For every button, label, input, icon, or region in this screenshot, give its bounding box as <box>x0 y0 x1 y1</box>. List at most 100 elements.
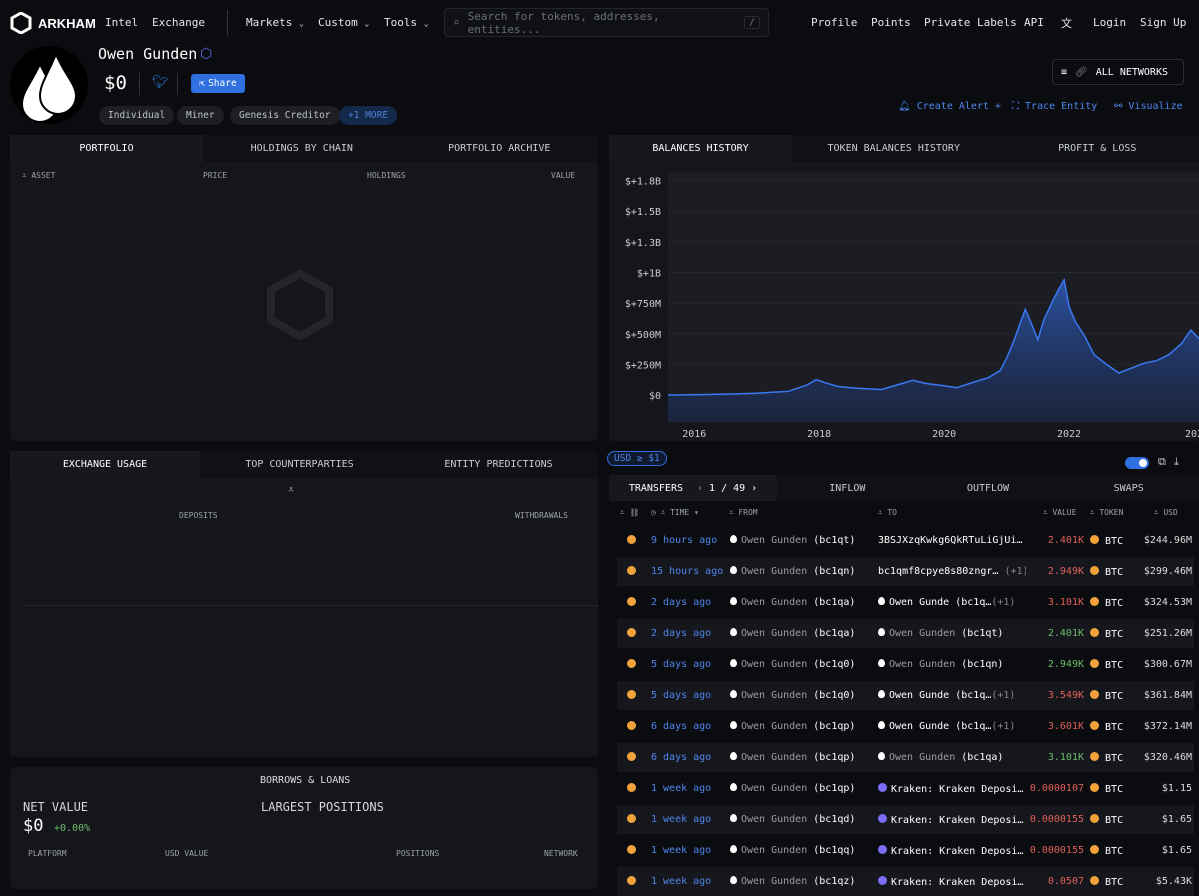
nav-signup[interactable]: Sign Up <box>1140 16 1186 29</box>
from-entity[interactable]: Owen Gunden (bc1qd) <box>730 814 878 825</box>
nav-tools[interactable]: Tools ⌄ <box>384 16 429 29</box>
col-usd[interactable]: ⩡ USD <box>1154 508 1178 518</box>
transfer-time[interactable]: 9 hours ago <box>651 535 730 546</box>
transfer-time[interactable]: 5 days ago <box>651 690 730 701</box>
token[interactable]: BTC <box>1084 690 1134 702</box>
transfer-time[interactable]: 1 week ago <box>651 783 730 794</box>
col-holdings[interactable]: HOLDINGS <box>367 171 406 180</box>
col-price[interactable]: PRICE <box>203 171 227 180</box>
from-entity[interactable]: Owen Gunden (bc1qa) <box>730 597 878 608</box>
tab-top-counterparties[interactable]: TOP COUNTERPARTIES <box>200 451 399 478</box>
transfer-time[interactable]: 1 week ago <box>651 876 730 887</box>
twitter-icon[interactable]: 🐦︎ <box>152 75 169 90</box>
transfer-time[interactable]: 2 days ago <box>651 597 730 608</box>
to-entity[interactable]: Owen Gunden (bc1qn) <box>878 659 1026 670</box>
tab-transfers[interactable]: TRANSFERS‹1/49› <box>609 475 777 501</box>
nav-private-labels[interactable]: Private Labels <box>924 16 1017 29</box>
from-entity[interactable]: Owen Gunden (bc1q0) <box>730 690 878 701</box>
usd-filter-badge[interactable]: USD ≥ $1 <box>607 451 667 466</box>
to-entity[interactable]: 3BSJXzqKwkg6QkRTuLiGjUi… <box>878 535 1026 546</box>
tab-exchange-usage[interactable]: EXCHANGE USAGE <box>10 451 200 478</box>
nav-login[interactable]: Login <box>1093 16 1126 29</box>
transfer-time[interactable]: 15 hours ago <box>651 566 730 577</box>
tab-inflow[interactable]: INFLOW <box>777 475 918 501</box>
transfer-row[interactable]: 6 days ago Owen Gunden (bc1qp) Owen Gund… <box>617 712 1194 741</box>
trace-entity-button[interactable]: ⛶ Trace Entity <box>1012 101 1097 112</box>
download-icon[interactable]: ⤓ <box>1174 455 1179 469</box>
tag-individual[interactable]: Individual <box>99 106 174 125</box>
transfer-row[interactable]: 9 hours ago Owen Gunden (bc1qt) 3BSJXzqK… <box>617 526 1194 555</box>
to-entity[interactable]: Owen Gunden (bc1qa) <box>878 752 1026 763</box>
from-entity[interactable]: Owen Gunden (bc1qz) <box>730 876 878 887</box>
from-entity[interactable]: Owen Gunden (bc1qp) <box>730 721 878 732</box>
tab-token-balances-history[interactable]: TOKEN BALANCES HISTORY <box>792 135 996 162</box>
prev-page-icon[interactable]: ‹ <box>697 483 703 494</box>
col-asset[interactable]: ⩡ ASSET <box>22 171 55 181</box>
nav-exchange[interactable]: Exchange <box>152 16 205 29</box>
transfer-row[interactable]: 2 days ago Owen Gunden (bc1qa) Owen Gund… <box>617 588 1194 617</box>
to-entity[interactable]: Kraken: Kraken Deposi… <box>878 876 1026 888</box>
tag-genesis-creditor[interactable]: Genesis Creditor <box>230 106 340 125</box>
nav-points[interactable]: Points <box>871 16 911 29</box>
nav-custom[interactable]: Custom ⌄ <box>318 16 369 29</box>
nav-markets[interactable]: Markets ⌄ <box>246 16 304 29</box>
to-entity[interactable]: Owen Gunden (bc1qt) <box>878 628 1026 639</box>
filter-link-icon[interactable]: ⩡ ⛓ <box>620 508 640 518</box>
to-entity[interactable]: Owen Gunde (bc1q…(+1) <box>878 690 1026 701</box>
token[interactable]: BTC <box>1084 721 1134 733</box>
nav-profile[interactable]: Profile <box>811 16 857 29</box>
tab-swaps[interactable]: SWAPS <box>1058 475 1199 501</box>
network-filter-button[interactable]: ≡🔗︎ALL NETWORKS <box>1052 59 1184 85</box>
col-token[interactable]: ⩡ TOKEN <box>1090 508 1123 518</box>
tab-entity-predictions[interactable]: ENTITY PREDICTIONS <box>399 451 598 478</box>
transfer-row[interactable]: 1 week ago Owen Gunden (bc1qq) Kraken: K… <box>617 836 1194 865</box>
translate-icon[interactable]: 文 <box>1061 15 1072 31</box>
tab-portfolio-archive[interactable]: PORTFOLIO ARCHIVE <box>401 135 599 162</box>
tab-holdings-by-chain[interactable]: HOLDINGS BY CHAIN <box>203 135 401 162</box>
share-button[interactable]: ⇱Share <box>191 74 245 93</box>
transfer-row[interactable]: 5 days ago Owen Gunden (bc1q0) Owen Gund… <box>617 650 1194 679</box>
transfer-row[interactable]: 2 days ago Owen Gunden (bc1qa) Owen Gund… <box>617 619 1194 648</box>
token[interactable]: BTC <box>1084 535 1134 547</box>
transfer-row[interactable]: 1 week ago Owen Gunden (bc1qd) Kraken: K… <box>617 805 1194 834</box>
tag-miner[interactable]: Miner <box>177 106 224 125</box>
create-alert-button[interactable]: 🔔︎ Create Alert + <box>898 101 1001 112</box>
token[interactable]: BTC <box>1084 783 1134 795</box>
col-from[interactable]: ⩡ FROM <box>729 508 758 518</box>
transfer-time[interactable]: 6 days ago <box>651 752 730 763</box>
from-entity[interactable]: Owen Gunden (bc1qp) <box>730 783 878 794</box>
token[interactable]: BTC <box>1084 845 1134 857</box>
col-value[interactable]: ⩡ VALUE <box>1043 508 1076 518</box>
transfer-row[interactable]: 5 days ago Owen Gunden (bc1q0) Owen Gund… <box>617 681 1194 710</box>
tab-portfolio[interactable]: PORTFOLIO <box>10 135 203 162</box>
transfer-time[interactable]: 1 week ago <box>651 845 730 856</box>
col-to[interactable]: ⩡ TO <box>878 508 897 518</box>
token[interactable]: BTC <box>1084 752 1134 764</box>
token[interactable]: BTC <box>1084 659 1134 671</box>
from-entity[interactable]: Owen Gunden (bc1qq) <box>730 845 878 856</box>
nav-intel[interactable]: Intel <box>105 16 138 29</box>
arkham-logo[interactable]: ARKHAM <box>10 12 96 34</box>
tab-profit-loss[interactable]: PROFIT & LOSS <box>996 135 1199 162</box>
from-entity[interactable]: Owen Gunden (bc1q0) <box>730 659 878 670</box>
filter-icon[interactable]: ⩡ <box>288 483 294 497</box>
visualize-button[interactable]: ⚯ Visualize <box>1114 101 1183 112</box>
to-entity[interactable]: bc1qmf8cpye8s80zngr… (+1) <box>878 566 1026 577</box>
transfer-time[interactable]: 6 days ago <box>651 721 730 732</box>
token[interactable]: BTC <box>1084 628 1134 640</box>
col-time[interactable]: ◷ ⩡ TIME ▾ <box>651 508 699 518</box>
toggle-switch[interactable] <box>1125 457 1149 469</box>
transfer-time[interactable]: 2 days ago <box>651 628 730 639</box>
to-entity[interactable]: Kraken: Kraken Deposi… <box>878 845 1026 857</box>
transfer-time[interactable]: 1 week ago <box>651 814 730 825</box>
transfer-row[interactable]: 6 days ago Owen Gunden (bc1qp) Owen Gund… <box>617 743 1194 772</box>
more-tags-button[interactable]: +1 MORE <box>339 106 397 125</box>
from-entity[interactable]: Owen Gunden (bc1qp) <box>730 752 878 763</box>
token[interactable]: BTC <box>1084 876 1134 888</box>
nav-api[interactable]: API <box>1024 16 1044 29</box>
from-entity[interactable]: Owen Gunden (bc1qa) <box>730 628 878 639</box>
token[interactable]: BTC <box>1084 814 1134 826</box>
transfer-time[interactable]: 5 days ago <box>651 659 730 670</box>
col-value[interactable]: VALUE <box>551 171 575 180</box>
transfer-row[interactable]: 1 week ago Owen Gunden (bc1qz) Kraken: K… <box>617 867 1194 896</box>
